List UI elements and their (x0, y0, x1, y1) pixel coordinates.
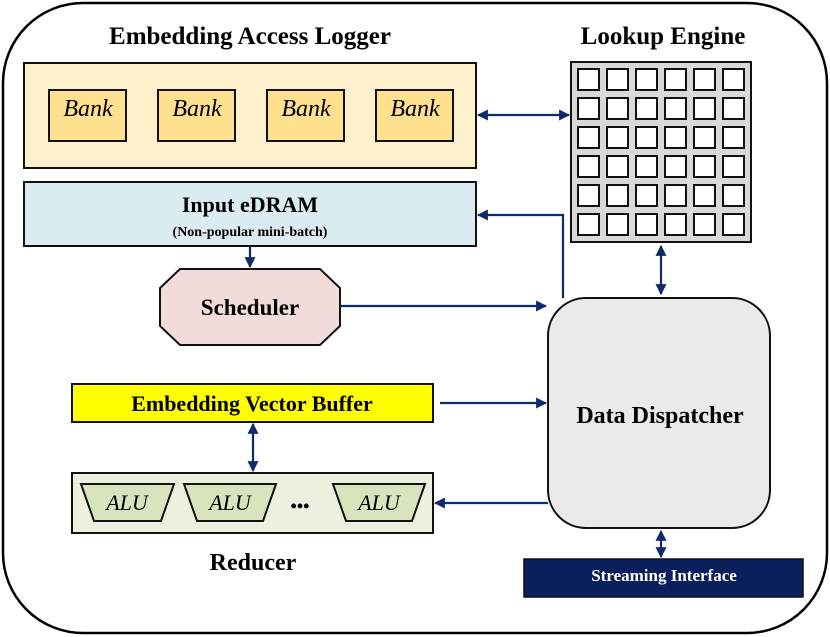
lookup-cell (606, 155, 629, 178)
lookup-cell (635, 97, 658, 120)
streaming-label: Streaming Interface (591, 566, 737, 585)
lookup-cell (664, 68, 687, 91)
lookup-cell (606, 68, 629, 91)
lookup-cell (664, 213, 687, 236)
bank: Bank (266, 89, 345, 142)
dispatcher-label: Data Dispatcher (576, 403, 744, 429)
bank-label: Bank (172, 96, 222, 122)
lookup-cell (606, 213, 629, 236)
lookup-cell (577, 68, 600, 91)
bank-label: Bank (63, 96, 113, 122)
alu-label: ALU (356, 490, 402, 515)
lookup-cell (577, 184, 600, 207)
bank: Bank (375, 89, 454, 142)
lookup-cell (635, 213, 658, 236)
lookup-cell (722, 184, 745, 207)
lookup-cell (606, 97, 629, 120)
alu: ALU (182, 483, 278, 522)
lookup-cell (693, 184, 716, 207)
lookup-cell (635, 126, 658, 149)
lookup-cell (693, 126, 716, 149)
lookup-cell (693, 155, 716, 178)
bank: Bank (48, 89, 127, 142)
architecture-diagram: Embedding Access Logger Bank Bank Bank B… (1, 1, 829, 635)
evb-label: Embedding Vector Buffer (131, 391, 373, 416)
bank-label: Bank (281, 96, 331, 122)
lookup-cell (722, 126, 745, 149)
edram-title: Input eDRAM (182, 192, 319, 217)
logger-title: Embedding Access Logger (109, 23, 391, 50)
lookup-cell (664, 155, 687, 178)
scheduler-label: Scheduler (201, 295, 299, 320)
lookup-cell (577, 126, 600, 149)
lookup-cell (606, 184, 629, 207)
lookup-cell (577, 97, 600, 120)
lookup-cell (577, 155, 600, 178)
bank-label: Bank (390, 96, 440, 122)
lookup-cell (693, 213, 716, 236)
lookup-cell (693, 68, 716, 91)
alu-label: ALU (104, 490, 150, 515)
lookup-cell (664, 184, 687, 207)
lookup-cell (635, 184, 658, 207)
lookup-cell (664, 97, 687, 120)
lookup-title: Lookup Engine (581, 23, 746, 50)
lookup-cell (693, 97, 716, 120)
lookup-cell (722, 155, 745, 178)
alu-ellipsis: ••• (291, 496, 310, 516)
lookup-cell (664, 126, 687, 149)
alu: ALU (331, 483, 427, 522)
lookup-cell (635, 155, 658, 178)
lookup-cell (606, 126, 629, 149)
alu: ALU (79, 483, 176, 522)
lookup-cell (722, 68, 745, 91)
bank: Bank (157, 89, 236, 142)
lookup-cell (722, 97, 745, 120)
reducer-label: Reducer (210, 550, 297, 576)
edram-subtitle: (Non-popular mini-batch) (173, 225, 328, 240)
lookup-cell (722, 213, 745, 236)
lookup-cell (635, 68, 658, 91)
lookup-cell (577, 213, 600, 236)
alu-label: ALU (207, 490, 253, 515)
